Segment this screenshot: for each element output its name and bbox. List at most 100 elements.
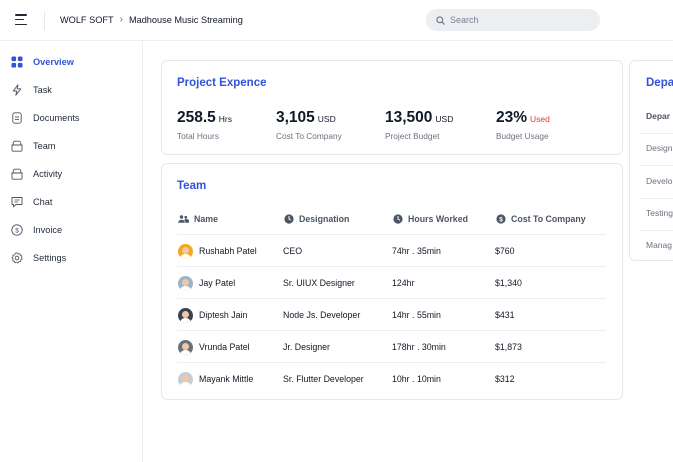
- cell-designation: Jr. Designer: [283, 342, 330, 352]
- stat-unit: Used: [530, 114, 550, 124]
- card-title: Project Expence: [177, 77, 267, 89]
- document-icon: [11, 112, 23, 124]
- department-row[interactable]: Testing: [646, 208, 673, 218]
- stat-total-hours: 258.5 Hrs Total Hours: [177, 109, 232, 141]
- team-icon: [11, 140, 23, 152]
- cell-cost: $312: [495, 374, 515, 384]
- stat-value: 258.5: [177, 109, 216, 126]
- cell-name: Vrunda Patel: [178, 331, 250, 363]
- cell-designation: Node Js. Developer: [283, 310, 361, 320]
- stat-label: Cost To Company: [276, 131, 342, 141]
- column-header-hours-worked[interactable]: Hours Worked: [393, 214, 468, 224]
- sidebar-item-label: Team: [33, 141, 56, 151]
- department-row[interactable]: Design: [646, 143, 672, 153]
- table-row[interactable]: Vrunda Patel Jr. Designer 178hr . 30min …: [177, 330, 606, 362]
- activity-icon: [11, 168, 23, 180]
- grid-icon: [11, 56, 23, 68]
- dollar-circle-icon: $: [496, 214, 506, 224]
- divider: [640, 230, 673, 231]
- stat-unit: Hrs: [218, 114, 233, 124]
- header-divider: [44, 11, 45, 30]
- cell-hours: 10hr . 10min: [392, 374, 441, 384]
- gear-icon: [11, 252, 23, 264]
- svg-text:$: $: [499, 216, 503, 223]
- dollar-icon: $: [11, 224, 23, 236]
- sidebar-item-task[interactable]: Task: [11, 82, 52, 98]
- column-header-name[interactable]: Name: [178, 214, 218, 224]
- team-card: Team Name Designation Hours Worked $ Cos…: [161, 163, 623, 400]
- cell-cost: $760: [495, 246, 515, 256]
- department-row[interactable]: Develo: [646, 176, 672, 186]
- column-header-label: Hours Worked: [408, 214, 468, 224]
- table-row[interactable]: Jay Patel Sr. UIUX Designer 124hr $1,340: [177, 266, 606, 298]
- sidebar-item-chat[interactable]: Chat: [11, 194, 52, 210]
- stat-unit: USD: [317, 114, 336, 124]
- sidebar-item-label: Chat: [33, 197, 53, 207]
- stat-label: Total Hours: [177, 131, 219, 141]
- cell-cost: $431: [495, 310, 515, 320]
- stat-value: 13,500: [385, 109, 433, 126]
- search-icon: [436, 15, 445, 25]
- cell-name: Mayank Mittle: [178, 363, 253, 395]
- avatar: [178, 339, 193, 355]
- avatar: [178, 307, 193, 323]
- sidebar-item-team[interactable]: Team: [11, 138, 55, 154]
- column-header-label: Cost To Company: [511, 214, 586, 224]
- cell-hours: 178hr . 30min: [392, 342, 446, 352]
- cell-name: Diptesh Jain: [178, 299, 247, 331]
- department-row[interactable]: Manag: [646, 240, 672, 250]
- project-expence-card: Project Expence 258.5 Hrs Total Hours 3,1…: [161, 60, 623, 155]
- stat-unit: USD: [435, 114, 454, 124]
- table-row[interactable]: Rushabh Patel CEO 74hr . 35min $760: [177, 234, 606, 266]
- top-header: WOLF SOFT › Madhouse Music Streaming: [0, 0, 673, 41]
- chat-icon: [11, 196, 23, 208]
- cell-designation: Sr. Flutter Developer: [283, 374, 364, 384]
- sidebar-item-overview[interactable]: Overview: [11, 54, 74, 70]
- menu-icon[interactable]: [15, 14, 27, 26]
- member-name: Vrunda Patel: [199, 342, 250, 352]
- cell-name: Rushabh Patel: [178, 235, 257, 267]
- sidebar-item-label: Documents: [33, 113, 80, 123]
- member-name: Mayank Mittle: [199, 374, 254, 384]
- cell-hours: 14hr . 55min: [392, 310, 441, 320]
- sidebar-item-invoice[interactable]: $ Invoice: [11, 222, 62, 238]
- department-card: Depa Depar Design Develo Testing Manag: [629, 60, 673, 261]
- search-bar[interactable]: [426, 9, 600, 31]
- users-icon: [178, 215, 189, 223]
- divider: [640, 198, 673, 199]
- chevron-right-icon: ›: [119, 14, 123, 25]
- column-header-label: Designation: [299, 214, 350, 224]
- clock-icon: [393, 214, 403, 224]
- member-name: Rushabh Patel: [199, 246, 257, 256]
- bolt-icon: [11, 84, 23, 96]
- column-header-designation[interactable]: Designation: [284, 214, 349, 224]
- column-header-cost-to-company[interactable]: $ Cost To Company: [496, 214, 586, 224]
- search-input[interactable]: [450, 15, 580, 25]
- breadcrumb-project[interactable]: Madhouse Music Streaming: [129, 15, 243, 25]
- stat-cost-to-company: 3,105 USD Cost To Company: [276, 109, 342, 141]
- divider: [640, 165, 673, 166]
- stat-value: 23%: [496, 109, 528, 126]
- breadcrumb: WOLF SOFT › Madhouse Music Streaming: [60, 14, 243, 25]
- cell-hours: 74hr . 35min: [392, 246, 441, 256]
- sidebar-item-settings[interactable]: Settings: [11, 250, 66, 266]
- avatar: [178, 243, 193, 259]
- stat-label: Budget Usage: [496, 131, 549, 141]
- stat-value: 3,105: [276, 109, 315, 126]
- sidebar-item-label: Overview: [33, 57, 74, 67]
- sidebar-item-documents[interactable]: Documents: [11, 110, 79, 126]
- sidebar-item-label: Task: [33, 85, 52, 95]
- table-row[interactable]: Mayank Mittle Sr. Flutter Developer 10hr…: [177, 362, 606, 394]
- breadcrumb-org[interactable]: WOLF SOFT: [60, 15, 114, 25]
- table-row[interactable]: Diptesh Jain Node Js. Developer 14hr . 5…: [177, 298, 606, 330]
- cell-designation: CEO: [283, 246, 303, 256]
- stat-label: Project Budget: [385, 131, 440, 141]
- column-header-department: Depar: [646, 111, 671, 121]
- column-header-label: Name: [194, 214, 218, 224]
- cell-cost: $1,873: [495, 342, 522, 352]
- member-name: Diptesh Jain: [199, 310, 248, 320]
- cell-hours: 124hr: [392, 278, 415, 288]
- card-title: Depa: [646, 77, 673, 89]
- stat-budget-usage: 23% Used Budget Usage: [496, 109, 550, 141]
- sidebar-item-activity[interactable]: Activity: [11, 166, 62, 182]
